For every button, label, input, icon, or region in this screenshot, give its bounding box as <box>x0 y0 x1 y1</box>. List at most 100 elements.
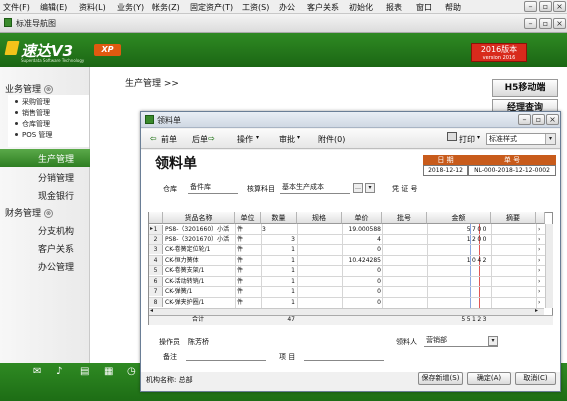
chevron-right-icon[interactable]: › <box>538 245 544 254</box>
chevron-right-icon[interactable]: › <box>538 225 544 234</box>
cell-unit[interactable]: 件 <box>237 277 259 286</box>
sidebar-item-purchase[interactable]: 采购管理 <box>22 97 50 107</box>
chevron-right-icon[interactable]: › <box>538 298 544 307</box>
h5-mobile-button[interactable]: H5移动端 <box>492 79 558 97</box>
account-select[interactable]: 基本生产成本 <box>280 182 350 194</box>
nav-minimize-button[interactable]: – <box>524 18 537 29</box>
operate-menu-button[interactable]: 操作 <box>237 134 253 145</box>
menu-payroll[interactable]: 工资(S) <box>242 2 269 13</box>
app-close-button[interactable]: × <box>553 1 566 12</box>
next-record-button[interactable]: 后单 <box>192 134 208 145</box>
date-field[interactable]: 2018-12-12 <box>423 165 468 176</box>
sidebar-item-sales[interactable]: 销售管理 <box>22 108 50 118</box>
col-header-remark[interactable]: 摘要 <box>491 212 536 224</box>
clock-icon[interactable]: ◷ <box>127 366 136 377</box>
cell-price[interactable]: 0 <box>343 298 381 307</box>
grid-horizontal-scrollbar[interactable]: ◂ ▸ <box>149 307 544 315</box>
col-header-unit[interactable]: 单位 <box>235 212 261 224</box>
receiver-select[interactable]: 营销部 <box>424 335 498 347</box>
menu-crm[interactable]: 客户关系 <box>307 2 339 13</box>
cell-unit[interactable]: 件 <box>237 256 259 265</box>
project-field[interactable] <box>304 360 384 361</box>
menu-accounts[interactable]: 帐务(Z) <box>152 2 180 13</box>
cell-name[interactable]: CK-弹夹护圈/1 <box>165 298 235 307</box>
cell-name[interactable]: PS8-（3201670）小活 <box>165 235 235 244</box>
scroll-left-icon[interactable]: ◂ <box>150 307 153 314</box>
prev-record-button[interactable]: 前单 <box>161 134 177 145</box>
cell-name[interactable]: CK-卷簧定位轮/1 <box>165 245 235 254</box>
cell-price[interactable]: 4 <box>343 235 381 244</box>
chevron-down-icon[interactable]: ▾ <box>365 183 375 193</box>
cell-unit[interactable]: 件 <box>237 287 259 296</box>
cell-unit[interactable]: 件 <box>237 298 259 307</box>
cell-qty[interactable]: 3 <box>262 225 295 234</box>
sidebar-item-branches[interactable]: 分支机构 <box>38 224 74 237</box>
collapse-icon[interactable]: ⊗ <box>44 209 54 218</box>
cell-qty[interactable]: 1 <box>262 277 295 286</box>
account-lookup-icon[interactable]: … <box>353 183 363 193</box>
menu-help[interactable]: 帮助 <box>445 2 461 13</box>
cell-qty[interactable]: 3 <box>262 235 295 244</box>
col-header-price[interactable]: 单价 <box>342 212 382 224</box>
cell-unit[interactable]: 件 <box>237 225 259 234</box>
confirm-button[interactable]: 确定(A) <box>467 372 511 385</box>
col-header-spec[interactable]: 规格 <box>297 212 342 224</box>
sidebar-finance-header[interactable]: 财务管理 ⊗ <box>5 206 54 219</box>
nav-restore-button[interactable]: ▫ <box>539 18 552 29</box>
chevron-right-icon[interactable]: › <box>538 266 544 275</box>
sidebar-item-office[interactable]: 办公管理 <box>38 260 74 273</box>
nav-close-button[interactable]: × <box>553 18 566 29</box>
chevron-down-icon[interactable]: ▾ <box>488 336 498 346</box>
sidebar-item-distribution[interactable]: 分销管理 <box>38 171 74 184</box>
cell-name[interactable]: CK-活动转销/1 <box>165 277 235 286</box>
warehouse-select[interactable]: 备件库 <box>188 182 238 194</box>
cell-price[interactable]: 19.000588 <box>343 225 381 234</box>
app-restore-button[interactable]: ▫ <box>539 1 552 12</box>
cell-price[interactable]: 0 <box>343 277 381 286</box>
grid-vertical-scrollbar[interactable] <box>545 224 553 308</box>
menu-office[interactable]: 办公 <box>279 2 295 13</box>
collapse-icon[interactable]: ⊗ <box>44 85 54 94</box>
menu-init[interactable]: 初始化 <box>349 2 373 13</box>
sidebar-item-pos[interactable]: POS 管理 <box>22 130 52 140</box>
dialog-close-button[interactable]: × <box>546 114 559 125</box>
menu-file[interactable]: 文件(F) <box>3 2 30 13</box>
col-header-name[interactable]: 货品名称 <box>163 212 235 224</box>
cell-name[interactable]: CK-卷簧支架/1 <box>165 266 235 275</box>
cell-amount[interactable]: 1042 <box>428 256 488 265</box>
nav-tab-label[interactable]: 标准导航图 <box>16 18 56 29</box>
attachment-button[interactable]: 附件(0) <box>318 134 345 145</box>
cell-unit[interactable]: 件 <box>237 235 259 244</box>
print-button[interactable]: 打印 <box>459 134 475 145</box>
remark-field[interactable] <box>186 360 266 361</box>
cell-price[interactable]: 0 <box>343 287 381 296</box>
cell-price[interactable]: 0 <box>343 266 381 275</box>
cancel-button[interactable]: 取消(C) <box>515 372 556 385</box>
cell-amount[interactable]: 1200 <box>428 235 488 244</box>
col-header-batch[interactable]: 批号 <box>382 212 427 224</box>
chevron-right-icon[interactable]: › <box>538 256 544 265</box>
book-icon[interactable]: ▤ <box>80 366 89 377</box>
mail-icon[interactable]: ✉ <box>33 366 41 377</box>
cell-amount[interactable]: 5700 <box>428 225 488 234</box>
menu-edit[interactable]: 编辑(E) <box>40 2 67 13</box>
col-header-qty[interactable]: 数量 <box>261 212 297 224</box>
chevron-right-icon[interactable]: › <box>538 235 544 244</box>
cell-qty[interactable]: 1 <box>262 245 295 254</box>
cell-name[interactable]: CK-弹簧/1 <box>165 287 235 296</box>
menu-data[interactable]: 资料(L) <box>79 2 106 13</box>
cell-unit[interactable]: 件 <box>237 245 259 254</box>
cell-price[interactable]: 0 <box>343 245 381 254</box>
menu-business[interactable]: 业务(Y) <box>117 2 144 13</box>
chevron-right-icon[interactable]: › <box>538 277 544 286</box>
print-style-select[interactable]: 标准样式 ▾ <box>486 133 556 145</box>
cell-qty[interactable]: 1 <box>262 266 295 275</box>
dialog-restore-button[interactable]: ▫ <box>532 114 545 125</box>
cell-qty[interactable]: 1 <box>262 287 295 296</box>
menu-reports[interactable]: 报表 <box>386 2 402 13</box>
scroll-right-icon[interactable]: ▸ <box>535 307 538 314</box>
sidebar-item-warehouse[interactable]: 仓库管理 <box>22 119 50 129</box>
col-header-amount[interactable]: 金额 <box>427 212 491 224</box>
menu-window[interactable]: 窗口 <box>416 2 432 13</box>
speaker-icon[interactable]: ♪ <box>56 366 62 377</box>
